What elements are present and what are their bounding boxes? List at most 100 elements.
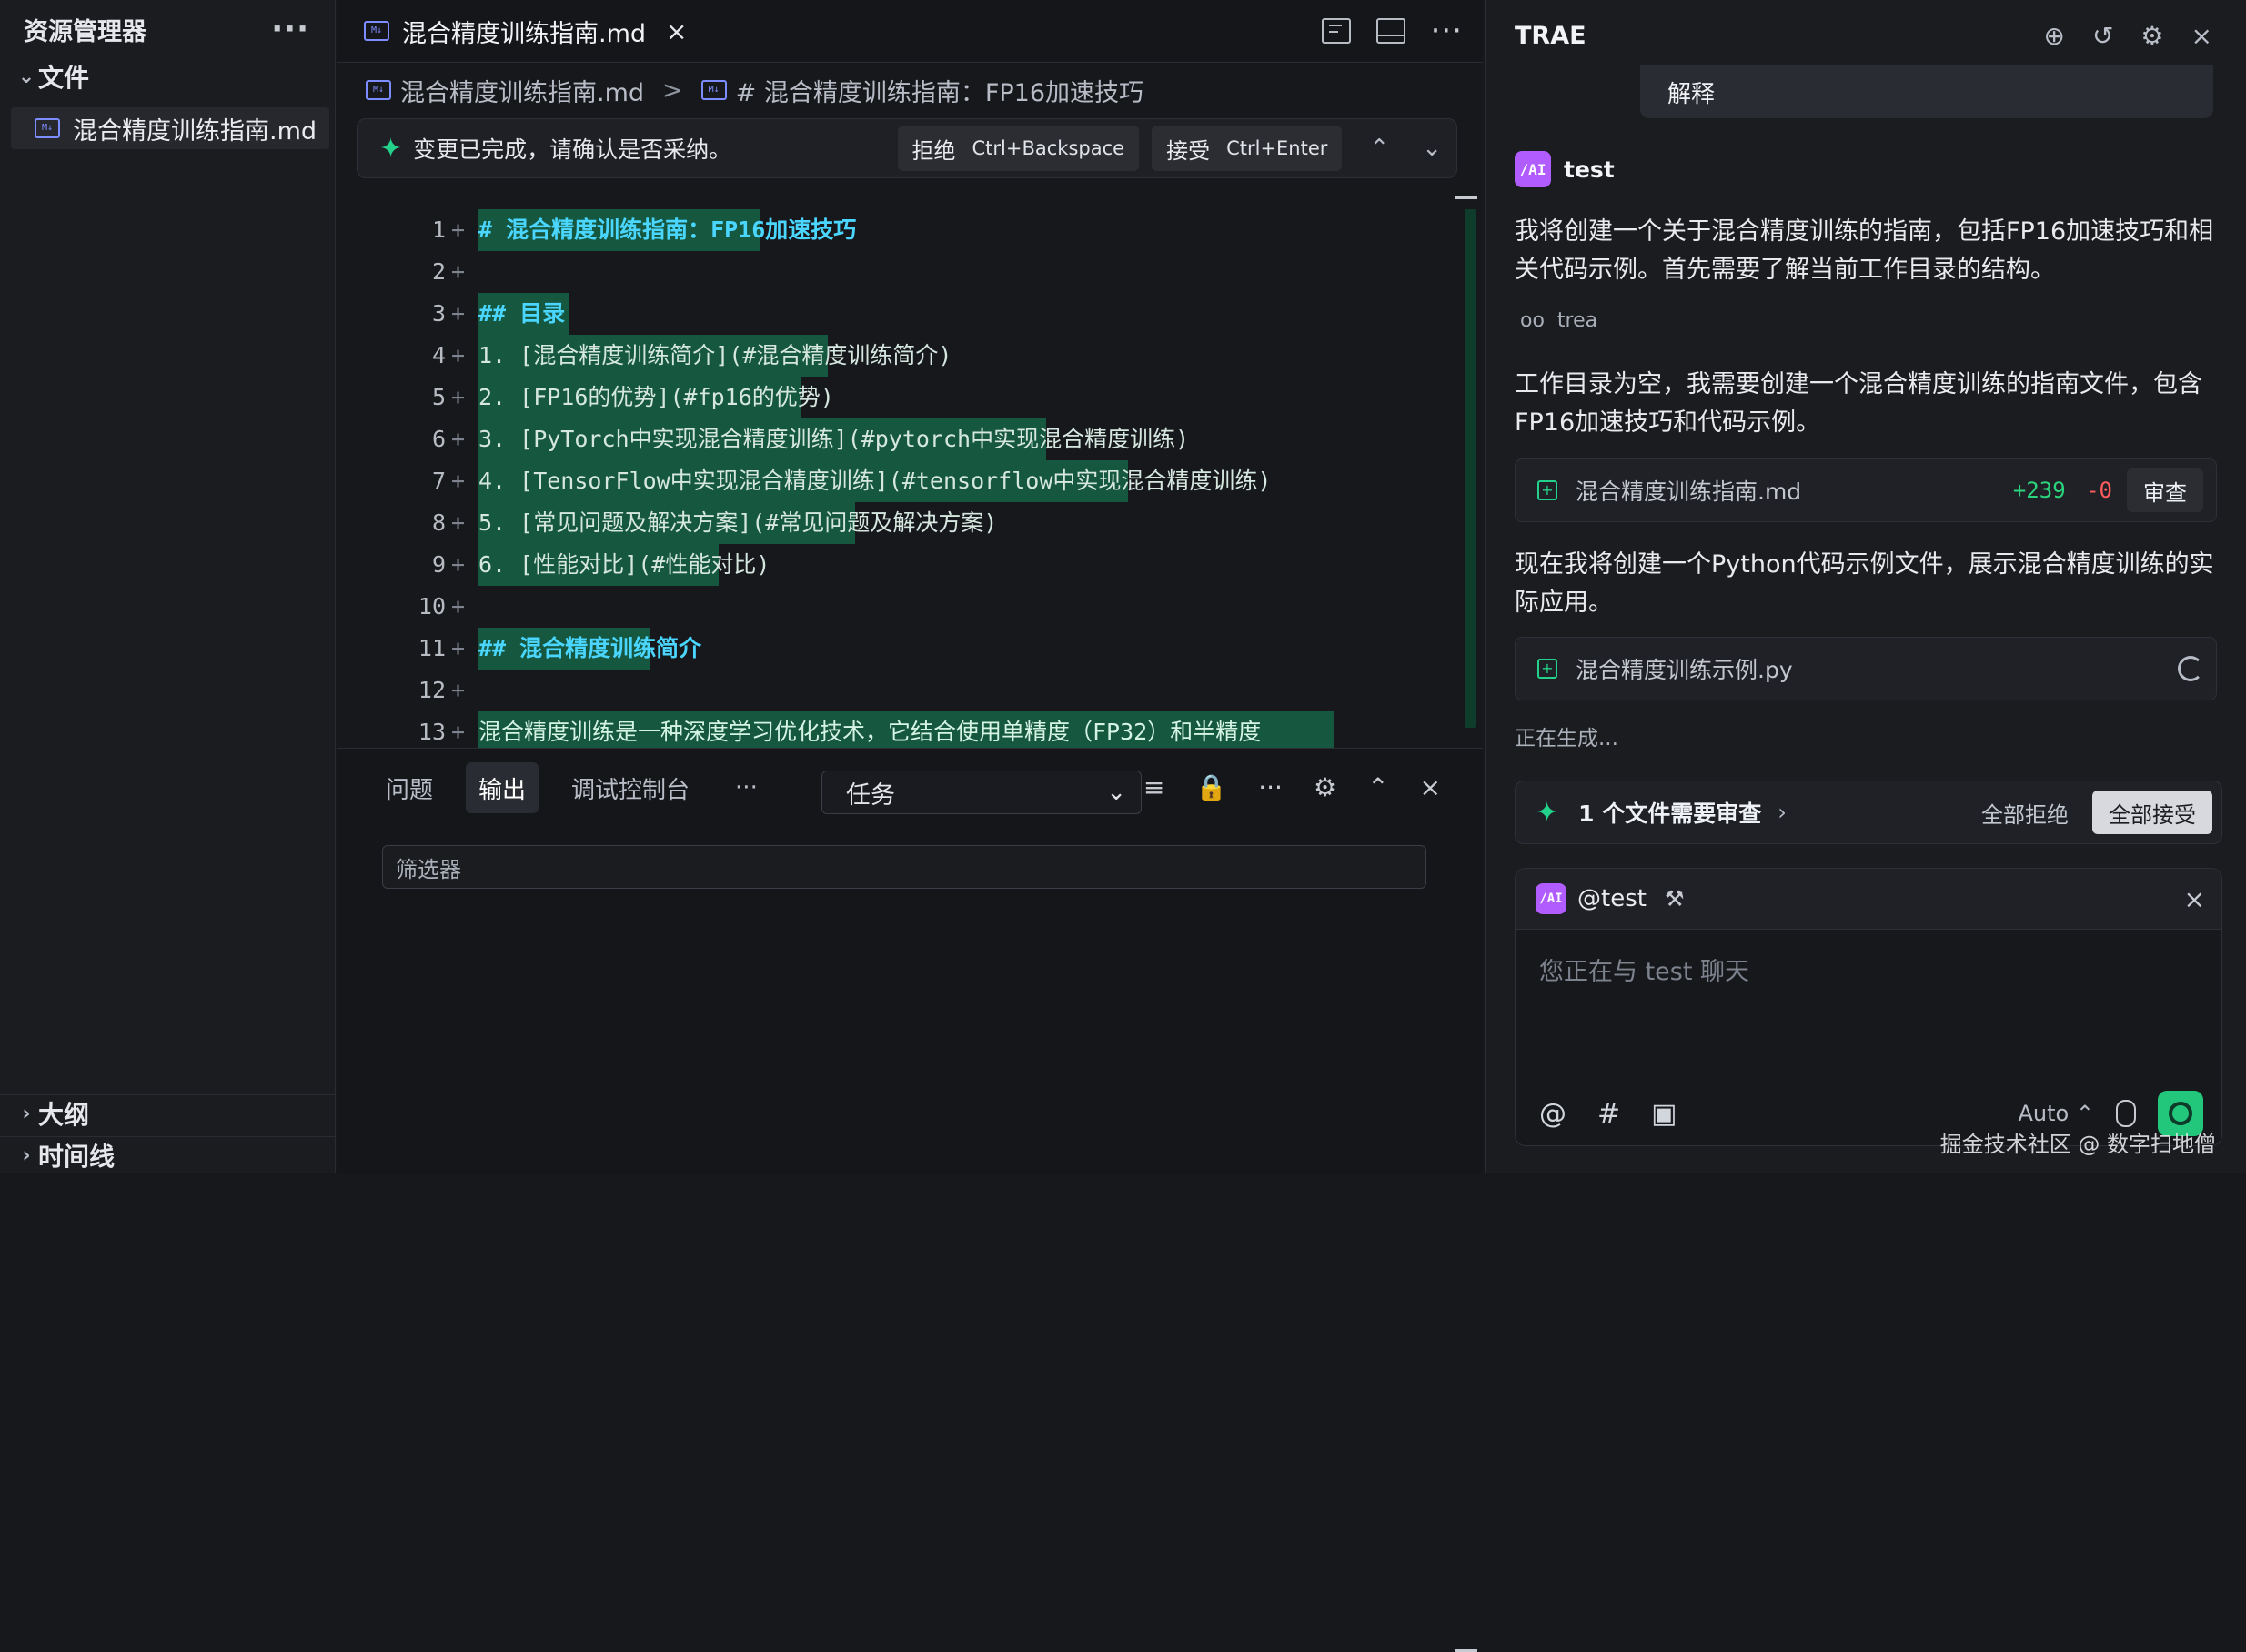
- chevron-down-icon[interactable]: ⌄: [1422, 135, 1442, 162]
- reject-change-button[interactable]: 拒绝 Ctrl+Backspace: [897, 126, 1140, 171]
- agent-message-2: 工作目录为空，我需要创建一个混合精度训练的指南文件，包含FP16加速技巧和代码示…: [1515, 370, 2202, 437]
- code-line[interactable]: 8 +5. [常见问题及解决方案](#常见问题及解决方案): [337, 502, 1483, 544]
- glasses-icon: oo: [1520, 309, 1545, 332]
- model-select[interactable]: Auto ⌃: [2019, 1101, 2094, 1126]
- timeline-section[interactable]: › 时间线: [0, 1136, 335, 1174]
- new-chat-icon[interactable]: ⊕: [2043, 21, 2064, 51]
- chat-header-tools: ⊕ ↺ ⚙ ×: [2043, 21, 2212, 51]
- mention-icon[interactable]: @: [1539, 1098, 1566, 1130]
- lock-scroll-icon[interactable]: 🔒: [1195, 772, 1227, 802]
- line-number: 1: [431, 217, 446, 243]
- files-section-label: 文件: [38, 63, 90, 93]
- editor-tab-title: 混合精度训练指南.md: [402, 19, 647, 48]
- code-line[interactable]: 6 +3. [PyTorch中实现混合精度训练](#pytorch中实现混合精度训…: [337, 418, 1483, 460]
- code-line[interactable]: 9 +6. [性能对比](#性能对比): [337, 544, 1483, 586]
- reject-all-button[interactable]: 全部拒绝: [1981, 797, 2069, 829]
- close-icon[interactable]: ×: [2191, 21, 2212, 51]
- editor-area: M↓ 混合精度训练指南.md × ··· M↓ 混合精度训练指南.md > M↓…: [337, 0, 1483, 753]
- markdown-file-icon: M↓: [35, 118, 60, 138]
- gear-icon[interactable]: ⚙: [2140, 21, 2163, 51]
- filter-placeholder: 筛选器: [396, 856, 461, 882]
- tool-call-row[interactable]: oo trea: [1520, 309, 1597, 332]
- explorer-file-item[interactable]: M↓ 混合精度训练指南.md: [11, 107, 329, 149]
- chevron-down-icon: ⌄: [17, 65, 35, 88]
- diff-plus-marker: +: [451, 258, 466, 285]
- split-editor-icon[interactable]: [1375, 18, 1405, 44]
- generating-status: 正在生成...: [1515, 727, 1618, 750]
- image-icon[interactable]: ▣: [1651, 1098, 1677, 1130]
- chevron-up-icon[interactable]: ⌃: [1369, 135, 1389, 162]
- editor-more-icon[interactable]: ···: [1431, 15, 1463, 46]
- chevron-right-icon: ›: [22, 1143, 31, 1167]
- tools-icon[interactable]: ⚒: [1665, 886, 1685, 912]
- accept-change-button[interactable]: 接受 Ctrl+Enter: [1152, 126, 1343, 171]
- file-change-card-py[interactable]: + 混合精度训练示例.py: [1515, 637, 2217, 700]
- markdown-file-icon: M↓: [366, 80, 391, 100]
- explorer-file-name: 混合精度训练指南.md: [73, 116, 317, 146]
- tab-close-icon[interactable]: ×: [666, 16, 687, 46]
- panel-settings-icon[interactable]: ⚙: [1314, 772, 1336, 802]
- breadcrumb-file[interactable]: 混合精度训练指南.md: [400, 73, 644, 108]
- code-line[interactable]: 10 +: [337, 586, 1483, 628]
- breadcrumb-heading[interactable]: # 混合精度训练指南：FP16加速技巧: [736, 73, 1143, 108]
- code-line[interactable]: 12 +: [337, 670, 1483, 711]
- code-text: 3. [PyTorch中实现混合精度训练](#pytorch中实现混合精度训练): [478, 426, 1190, 452]
- explorer-more-icon[interactable]: ···: [271, 14, 309, 45]
- chevron-right-icon[interactable]: ›: [1778, 800, 1787, 825]
- hashtag-icon[interactable]: #: [1597, 1098, 1620, 1130]
- code-editor[interactable]: 1 + # 混合精度训练指南：FP16加速技巧 2 +3 + ## 目录 4 +1. [混合精度…: [337, 209, 1483, 753]
- panel-more-tabs[interactable]: ···: [722, 762, 770, 813]
- editor-tab-actions: ···: [1321, 15, 1463, 46]
- markdown-heading-icon: M↓: [700, 80, 727, 100]
- maximize-panel-icon[interactable]: ⌃: [1367, 772, 1388, 802]
- code-text: ## 混合精度训练简介: [478, 635, 702, 661]
- code-line[interactable]: 1 + # 混合精度训练指南：FP16加速技巧: [337, 209, 1483, 251]
- code-text: 5. [常见问题及解决方案](#常见问题及解决方案): [478, 509, 998, 536]
- diff-plus-marker: +: [451, 468, 466, 494]
- microphone-icon[interactable]: [2116, 1100, 2136, 1127]
- output-channel-select[interactable]: 任务 ⌄: [821, 771, 1142, 814]
- file-added-icon: +: [1537, 659, 1557, 679]
- accept-shortcut: Ctrl+Enter: [1226, 137, 1328, 159]
- code-line[interactable]: 11 + ## 混合精度训练简介: [337, 628, 1483, 670]
- files-review-bar: ✦ 1 个文件需要审查 › 全部拒绝 全部接受: [1515, 781, 2222, 844]
- tab-debug-console-label: 调试控制台: [571, 776, 690, 804]
- editor-tab-active[interactable]: M↓ 混合精度训练指南.md ×: [364, 14, 688, 49]
- remove-context-icon[interactable]: ×: [2184, 884, 2205, 914]
- composer-context: /AI @test ⚒ ×: [1516, 869, 2221, 930]
- code-line[interactable]: 2 +: [337, 251, 1483, 293]
- files-review-text[interactable]: 1 个文件需要审查: [1578, 796, 1761, 829]
- review-file-button[interactable]: 审查: [2127, 468, 2203, 512]
- accept-all-button[interactable]: 全部接受: [2092, 791, 2212, 834]
- files-section-header[interactable]: ⌄ 文件: [0, 58, 335, 95]
- sparkle-icon: ✦: [379, 132, 403, 165]
- diff-plus-marker: +: [451, 677, 466, 703]
- lines-deleted: -0: [2086, 478, 2112, 503]
- filter-input[interactable]: 筛选器: [382, 845, 1426, 889]
- history-icon[interactable]: ↺: [2092, 21, 2113, 51]
- file-change-card-md[interactable]: + 混合精度训练指南.md +239 -0 审查: [1515, 458, 2217, 522]
- explorer-header: 资源管理器 ···: [0, 0, 335, 58]
- chat-input-placeholder: 您正在与 test 聊天: [1539, 958, 1750, 986]
- close-panel-icon[interactable]: ×: [1420, 772, 1441, 802]
- tab-problems[interactable]: 问题: [373, 762, 446, 813]
- tab-debug-console[interactable]: 调试控制台: [559, 762, 702, 813]
- panel-more-icon[interactable]: ···: [1258, 772, 1283, 802]
- code-line[interactable]: 4 +1. [混合精度训练简介](#混合精度训练简介): [337, 335, 1483, 377]
- code-line[interactable]: 7 +4. [TensorFlow中实现混合精度训练](#tensorflow中实…: [337, 460, 1483, 502]
- watermark: 掘金技术社区 @ 数字扫地僧: [1939, 1132, 2216, 1157]
- accept-label: 接受: [1166, 137, 1211, 164]
- bottom-panel: 问题 输出 调试控制台 ··· 任务 ⌄ ≡ 🔒 ··· ⚙ ⌃ × 筛选器: [337, 748, 1483, 1652]
- outline-label: 大纲: [38, 1100, 90, 1130]
- code-line[interactable]: 5 +2. [FP16的优势](#fp16的优势): [337, 377, 1483, 418]
- preview-icon[interactable]: [1321, 18, 1351, 44]
- chat-input[interactable]: 您正在与 test 聊天: [1516, 930, 2221, 1009]
- code-line[interactable]: 3 + ## 目录: [337, 293, 1483, 335]
- outline-section[interactable]: › 大纲: [0, 1094, 335, 1132]
- diff-plus-marker: +: [451, 384, 466, 410]
- panel-more-label: ···: [735, 774, 758, 801]
- breadcrumb-separator: >: [662, 76, 683, 105]
- code-text: # 混合精度训练指南：FP16加速技巧: [478, 217, 857, 243]
- clear-output-icon[interactable]: ≡: [1143, 772, 1164, 802]
- tab-output[interactable]: 输出: [466, 762, 539, 813]
